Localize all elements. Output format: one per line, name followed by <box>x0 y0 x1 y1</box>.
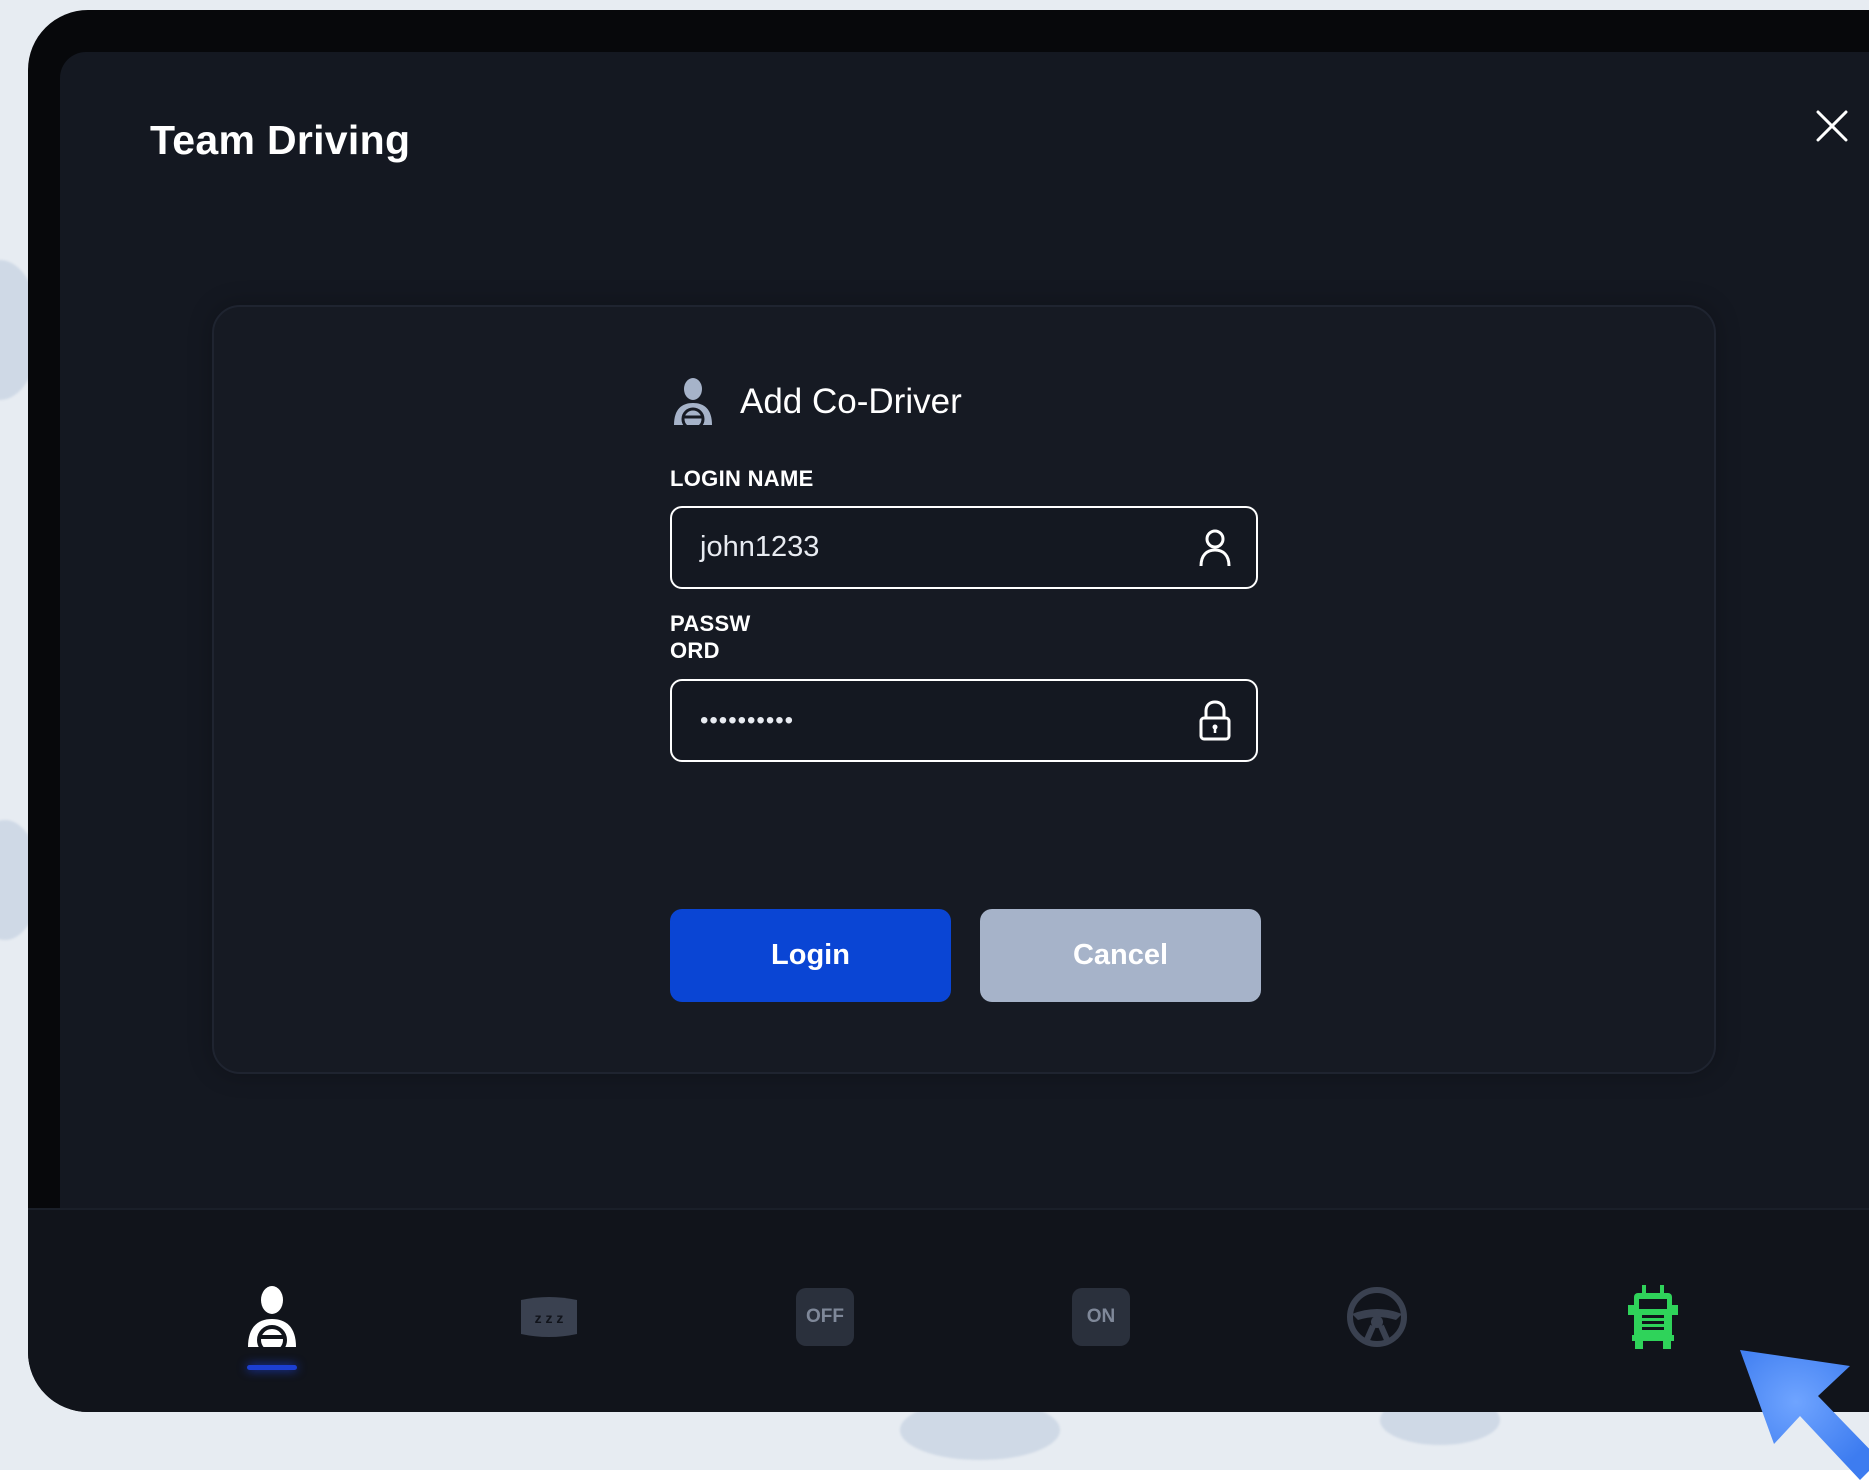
truck-icon <box>1628 1285 1678 1349</box>
password-label-line2: ORD <box>670 638 720 663</box>
password-value: •••••••••• <box>700 707 795 734</box>
pointer-cursor-icon <box>1740 1350 1869 1480</box>
dock-item-driver[interactable] <box>237 1282 307 1352</box>
close-icon <box>1816 110 1848 142</box>
status-dock: z z z OFF ON <box>28 1208 1869 1412</box>
add-co-driver-card: Add Co-Driver LOGIN NAME john1233 PASSW … <box>212 305 1716 1074</box>
dock-item-truck[interactable] <box>1618 1282 1688 1352</box>
active-indicator <box>247 1365 297 1370</box>
dock-item-off-duty[interactable]: OFF <box>790 1282 860 1352</box>
page-title: Team Driving <box>150 117 411 163</box>
cancel-button[interactable]: Cancel <box>980 909 1261 1002</box>
login-button[interactable]: Login <box>670 909 951 1002</box>
password-field[interactable]: •••••••••• <box>670 679 1258 762</box>
close-button[interactable] <box>1808 102 1856 150</box>
off-duty-icon: OFF <box>796 1288 854 1346</box>
login-name-field[interactable]: john1233 <box>670 506 1258 589</box>
co-driver-icon <box>674 378 712 427</box>
sleeper-icon: z z z <box>521 1297 577 1337</box>
card-title: Add Co-Driver <box>740 382 962 421</box>
login-name-label: LOGIN NAME <box>670 466 814 491</box>
password-label-line1: PASSW <box>670 611 751 636</box>
dock-item-sleeper[interactable]: z z z <box>514 1282 584 1352</box>
user-icon <box>1199 529 1231 567</box>
team-driving-screen: Team Driving Add Co-Driver LOGIN NAME jo… <box>60 52 1869 1217</box>
on-duty-icon: ON <box>1072 1288 1130 1346</box>
tablet-device: Team Driving Add Co-Driver LOGIN NAME jo… <box>28 10 1869 1412</box>
password-label: PASSW ORD <box>670 610 751 664</box>
driver-icon <box>248 1286 296 1349</box>
steering-wheel-icon <box>1347 1287 1407 1347</box>
sleeper-label: z z z <box>535 1310 564 1326</box>
lock-icon <box>1199 700 1231 741</box>
dock-item-on-duty[interactable]: ON <box>1066 1282 1136 1352</box>
card-header: Add Co-Driver <box>670 375 962 429</box>
login-name-value: john1233 <box>700 531 820 563</box>
dock-item-driving[interactable] <box>1342 1282 1412 1352</box>
